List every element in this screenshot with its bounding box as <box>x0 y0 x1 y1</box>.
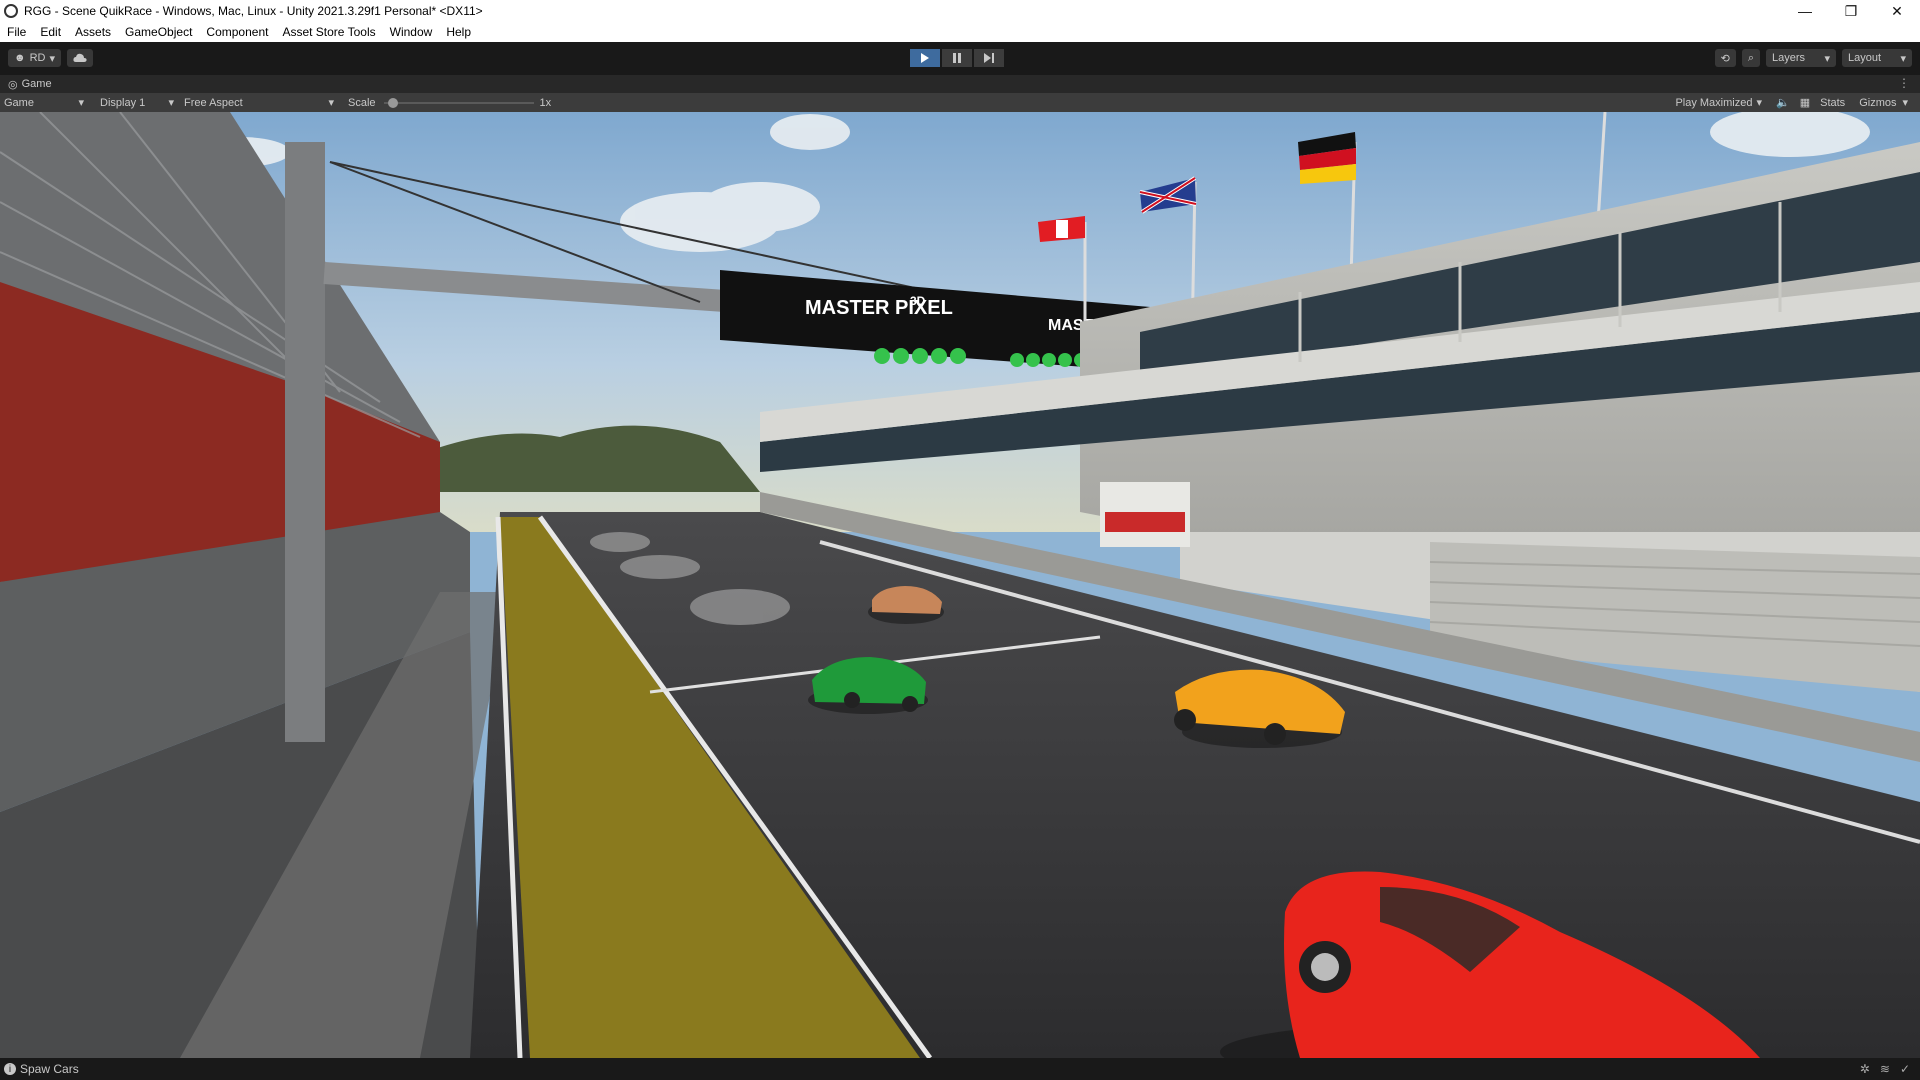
chevron-down-icon: ▾ <box>1900 52 1906 65</box>
window-controls: — ❐ ✕ <box>1782 0 1920 22</box>
scale-value: 1x <box>539 96 552 109</box>
view-select-label: Game <box>4 96 34 109</box>
search-icon: ⌕ <box>1747 51 1754 64</box>
game-viewport[interactable]: MASTER PIXEL 3D MASTER PIXEL 3D <box>0 112 1920 1058</box>
sign-superscript-1: 3D <box>910 294 926 308</box>
search-button[interactable]: ⌕ <box>1741 49 1760 67</box>
stats-button[interactable]: Stats <box>1820 97 1845 109</box>
history-button[interactable]: ⟲ <box>1714 49 1736 67</box>
minimize-button[interactable]: — <box>1782 0 1828 22</box>
pause-button[interactable] <box>942 49 972 67</box>
speaker-icon[interactable]: 🔈 <box>1776 96 1790 109</box>
menu-window[interactable]: Window <box>383 25 440 39</box>
playmode-controls <box>910 49 1004 67</box>
menu-asset-store-tools[interactable]: Asset Store Tools <box>275 25 382 39</box>
account-dropdown[interactable]: ☻ RD ▾ <box>8 49 61 67</box>
chevron-down-icon: ▾ <box>1824 52 1830 65</box>
grid-icon[interactable]: ▦ <box>1800 96 1810 109</box>
account-icon: ☻ <box>14 52 26 64</box>
chevron-down-icon: ▾ <box>1902 97 1908 109</box>
menu-edit[interactable]: Edit <box>33 25 68 39</box>
scale-label: Scale <box>348 96 376 109</box>
account-label: RD <box>29 52 46 64</box>
menu-bar: File Edit Assets GameObject Component As… <box>0 22 1920 42</box>
race-scene: MASTER PIXEL 3D MASTER PIXEL 3D <box>0 112 1920 1058</box>
chevron-down-icon: ▾ <box>168 97 174 109</box>
tab-game[interactable]: ◎ Game <box>0 78 60 91</box>
aspect-select-label: Free Aspect <box>184 96 243 109</box>
sign-text-1: MASTER PIXEL <box>805 297 953 319</box>
close-button[interactable]: ✕ <box>1874 0 1920 22</box>
menu-assets[interactable]: Assets <box>68 25 118 39</box>
cloud-icon <box>73 53 87 62</box>
play-button[interactable] <box>910 49 940 67</box>
layout-dropdown[interactable]: Layout ▾ <box>1842 49 1912 67</box>
main-toolbar: ☻ RD ▾ ⟲ ⌕ Layers ▾ Layout ▾ <box>0 42 1920 75</box>
bug-icon[interactable]: ✲ <box>1860 1062 1870 1076</box>
restore-button[interactable]: ❐ <box>1828 0 1874 22</box>
chevron-down-icon: ▾ <box>78 97 84 109</box>
scale-slider[interactable] <box>383 93 534 112</box>
aspect-select[interactable]: Free Aspect ▾ <box>180 93 338 112</box>
status-bar: i Spaw Cars ✲ ≋ ✓ <box>0 1058 1920 1080</box>
unity-logo-icon <box>4 4 18 18</box>
history-icon: ⟲ <box>1720 52 1730 65</box>
menu-gameobject[interactable]: GameObject <box>118 25 199 39</box>
window-title: RGG - Scene QuikRace - Windows, Mac, Lin… <box>24 4 483 18</box>
layers-dropdown[interactable]: Layers ▾ <box>1766 49 1836 67</box>
step-button[interactable] <box>974 49 1004 67</box>
chevron-down-icon: ▾ <box>328 97 334 109</box>
display-select-label: Display 1 <box>100 96 146 109</box>
scale-slider-handle[interactable] <box>387 98 398 108</box>
layers-label: Layers <box>1772 52 1806 64</box>
gamepad-icon: ◎ <box>8 78 18 91</box>
play-icon <box>921 53 929 63</box>
pause-icon <box>953 53 961 63</box>
check-icon[interactable]: ✓ <box>1900 1062 1910 1076</box>
game-tab-bar: ◎ Game ⋮ <box>0 75 1920 93</box>
status-message[interactable]: Spaw Cars <box>20 1062 79 1076</box>
play-mode-label: Play Maximized <box>1675 96 1753 109</box>
view-select[interactable]: Game ▾ <box>0 93 88 112</box>
step-icon <box>984 53 994 63</box>
menu-file[interactable]: File <box>0 25 33 39</box>
gizmos-dropdown[interactable]: Gizmos ▾ <box>1855 93 1912 112</box>
menu-help[interactable]: Help <box>439 25 478 39</box>
chevron-down-icon: ▾ <box>1756 97 1762 109</box>
tab-game-label: Game <box>21 78 52 90</box>
cloud-button[interactable] <box>67 49 93 67</box>
play-mode-select[interactable]: Play Maximized ▾ <box>1671 93 1766 112</box>
window-titlebar: RGG - Scene QuikRace - Windows, Mac, Lin… <box>0 0 1920 22</box>
more-options-icon[interactable]: ⋮ <box>1898 76 1910 90</box>
info-icon: i <box>4 1063 16 1075</box>
layout-label: Layout <box>1848 52 1882 64</box>
display-select[interactable]: Display 1 ▾ <box>96 93 178 112</box>
activity-icon[interactable]: ≋ <box>1880 1062 1890 1076</box>
gizmos-label: Gizmos <box>1859 96 1897 109</box>
scale-slider-track <box>383 102 534 104</box>
game-view-toolbar: Game ▾ Display 1 ▾ Free Aspect ▾ Scale 1… <box>0 93 1920 112</box>
chevron-down-icon: ▾ <box>49 52 55 65</box>
menu-component[interactable]: Component <box>199 25 275 39</box>
